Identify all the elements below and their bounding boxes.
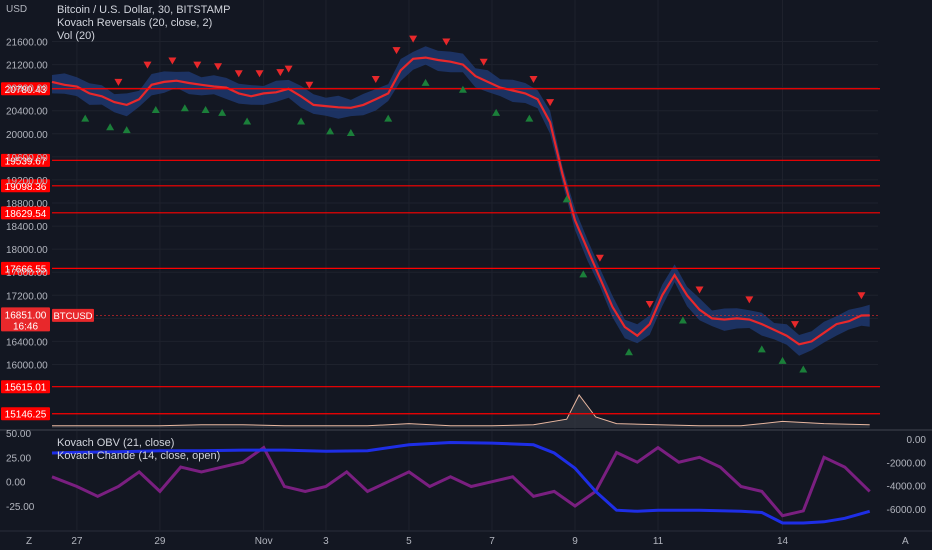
- time-axis-tick: 11: [653, 536, 664, 547]
- up-reversal-marker: [151, 105, 160, 113]
- price-axis-tick: 17600.00: [6, 268, 48, 279]
- up-reversal-marker: [346, 129, 355, 137]
- price-axis-tick: 21600.00: [6, 38, 48, 49]
- up-reversal-marker: [243, 117, 252, 125]
- up-reversal-marker: [384, 114, 393, 122]
- price-axis-tick: 18800.00: [6, 199, 48, 210]
- obv-axis-tick: -4000.00: [887, 482, 927, 493]
- time-axis-tick: 14: [777, 536, 789, 547]
- obv-axis-tick: -6000.00: [887, 505, 927, 516]
- auto-scale-left-button[interactable]: Z: [26, 536, 32, 547]
- legend-volume[interactable]: Vol (20): [57, 30, 95, 43]
- up-reversal-marker: [799, 365, 808, 373]
- up-reversal-marker: [326, 127, 335, 135]
- time-axis-tick: 5: [406, 536, 412, 547]
- bar-countdown: 16:46: [13, 321, 38, 332]
- chande-axis-tick: -25.00: [6, 502, 35, 513]
- price-axis-tick: 19600.00: [6, 153, 48, 164]
- volume-ma-line: [52, 394, 870, 427]
- time-axis-tick: 3: [323, 536, 329, 547]
- legend-kovach-chande[interactable]: Kovach Chande (14, close, open): [57, 450, 220, 463]
- chart-title: Bitcoin / U.S. Dollar, 30, BITSTAMP: [57, 4, 231, 16]
- volume-pane: [52, 394, 870, 428]
- price-axis-tick: 19200.00: [6, 176, 48, 187]
- volume-area: [52, 395, 870, 428]
- up-reversal-marker: [757, 345, 766, 353]
- chande-axis-tick: 0.00: [6, 478, 26, 489]
- price-tag: 16851.00: [5, 310, 47, 321]
- level-label: 15146.25: [5, 410, 47, 421]
- down-reversal-marker: [214, 63, 223, 71]
- price-line: [51, 56, 878, 346]
- level-label: 15615.01: [5, 383, 47, 394]
- up-reversal-marker: [106, 123, 115, 131]
- down-reversal-marker: [114, 78, 123, 86]
- legend-kovach-reversals[interactable]: Kovach Reversals (20, close, 2): [57, 17, 212, 30]
- time-axis-tick: 27: [71, 536, 83, 547]
- down-reversal-marker: [595, 254, 604, 262]
- price-axis-tick: 17200.00: [6, 291, 48, 302]
- chande-axis-tick: 50.00: [6, 429, 31, 440]
- up-reversal-marker: [297, 117, 306, 125]
- down-reversal-marker: [790, 321, 799, 329]
- price-axis-tick: 18400.00: [6, 222, 48, 233]
- price-series: [51, 56, 870, 346]
- ticker-badge: BTCUSD: [53, 311, 92, 322]
- down-reversal-marker: [168, 57, 177, 65]
- up-reversal-marker: [492, 108, 501, 116]
- up-reversal-marker: [579, 270, 588, 278]
- up-reversal-marker: [81, 114, 90, 122]
- auto-scale-right-button[interactable]: A: [902, 536, 909, 547]
- time-axis-tick: 9: [572, 536, 578, 547]
- down-reversal-marker: [695, 286, 704, 294]
- obv-axis-tick: 0.00: [907, 435, 927, 446]
- price-axis-tick: 18000.00: [6, 245, 48, 256]
- currency-label: USD: [6, 4, 28, 15]
- price-axis-tick: 20800.00: [6, 84, 48, 95]
- chart-canvas[interactable]: 20780.4319539.6719098.3618629.5417666.55…: [0, 0, 932, 550]
- up-reversal-marker: [778, 356, 787, 364]
- chande-axis-tick: 25.00: [6, 453, 31, 464]
- up-reversal-marker: [421, 78, 430, 86]
- price-axis-tick: 16000.00: [6, 361, 48, 372]
- support-resistance-levels: 20780.4319539.6719098.3618629.5417666.55…: [1, 82, 880, 421]
- up-reversal-marker: [180, 104, 189, 112]
- down-reversal-marker: [392, 47, 401, 55]
- obv-axis-tick: -2000.00: [887, 458, 927, 469]
- up-reversal-marker: [122, 126, 131, 134]
- up-reversal-marker: [201, 105, 210, 113]
- down-reversal-marker: [234, 70, 243, 78]
- price-axis-tick: 21200.00: [6, 61, 48, 72]
- time-axis-tick: Nov: [255, 536, 273, 547]
- down-reversal-marker: [371, 75, 380, 83]
- up-reversal-marker: [624, 348, 633, 356]
- time-axis-tick: 29: [154, 536, 166, 547]
- price-axis-tick: 20000.00: [6, 130, 48, 141]
- down-reversal-marker: [529, 75, 538, 83]
- time-axis-tick: 7: [489, 536, 495, 547]
- down-reversal-marker: [645, 300, 654, 308]
- down-reversal-marker: [284, 65, 293, 73]
- legend-kovach-obv[interactable]: Kovach OBV (21, close): [57, 437, 174, 450]
- up-reversal-marker: [525, 114, 534, 122]
- down-reversal-marker: [546, 99, 555, 107]
- down-reversal-marker: [745, 296, 754, 304]
- level-label: 18629.54: [5, 209, 47, 220]
- down-reversal-marker: [276, 69, 285, 77]
- up-reversal-marker: [218, 108, 227, 116]
- price-axis-tick: 20400.00: [6, 107, 48, 118]
- down-reversal-marker: [255, 70, 264, 78]
- price-axis-tick: 16400.00: [6, 337, 48, 348]
- up-reversal-marker: [678, 316, 687, 324]
